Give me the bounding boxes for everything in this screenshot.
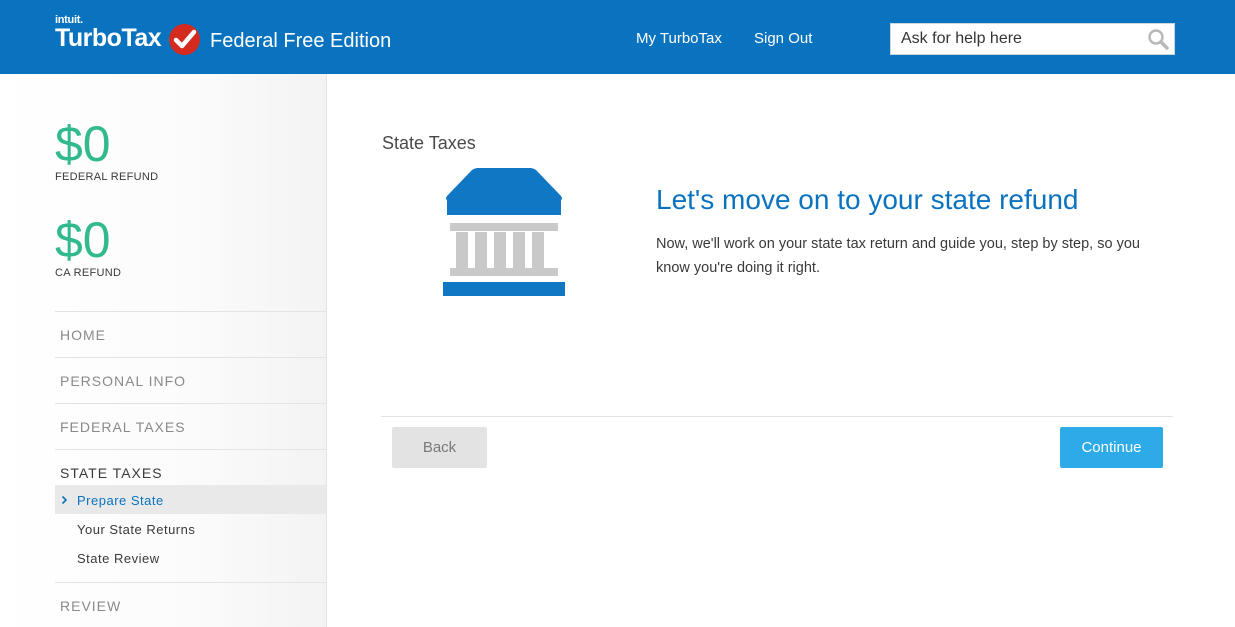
- nav-divider: [55, 357, 326, 358]
- top-header: intuit. TurboTax Federal Free Edition My…: [0, 0, 1235, 74]
- checkmark-icon: [169, 24, 200, 55]
- page-title: State Taxes: [382, 133, 476, 153]
- state-refund-amount: $0: [55, 212, 111, 268]
- sidebar-subitem-your-state-returns[interactable]: Your State Returns: [77, 522, 195, 537]
- sidebar-item-home[interactable]: HOME: [60, 327, 106, 343]
- nav-divider: [55, 403, 326, 404]
- help-search-box: [890, 23, 1175, 55]
- chevron-right-icon: [61, 495, 68, 505]
- bank-building-icon: [443, 168, 565, 296]
- sidebar-item-personal-info[interactable]: PERSONAL INFO: [60, 373, 186, 389]
- sidebar-item-state-taxes[interactable]: STATE TAXES: [60, 465, 163, 481]
- headline: Let's move on to your state refund: [656, 184, 1079, 215]
- nav-divider: [55, 311, 326, 312]
- description-text: Now, we'll work on your state tax return…: [656, 236, 1140, 276]
- federal-refund-amount: $0: [55, 116, 111, 172]
- sidebar-item-review[interactable]: REVIEW: [60, 598, 121, 614]
- search-icon[interactable]: [1147, 28, 1169, 50]
- sidebar: $0 FEDERAL REFUND $0 CA REFUND HOME PERS…: [0, 74, 327, 627]
- sidebar-subitem-prepare-state[interactable]: Prepare State: [77, 493, 164, 508]
- continue-button[interactable]: Continue: [1060, 427, 1163, 468]
- federal-refund-label: FEDERAL REFUND: [55, 171, 159, 183]
- help-search-input[interactable]: [891, 24, 1141, 54]
- turbotax-wordmark: TurboTax: [55, 24, 162, 52]
- sign-out-link[interactable]: Sign Out: [754, 30, 812, 47]
- back-button[interactable]: Back: [392, 427, 487, 468]
- nav-divider: [55, 449, 326, 450]
- content-divider: [381, 416, 1173, 417]
- sidebar-subitem-state-review[interactable]: State Review: [77, 551, 160, 566]
- my-turbotax-link[interactable]: My TurboTax: [636, 30, 722, 47]
- nav-divider: [55, 582, 326, 583]
- sidebar-item-federal-taxes[interactable]: FEDERAL TAXES: [60, 419, 186, 435]
- edition-name: Federal Free Edition: [210, 30, 392, 52]
- state-refund-label: CA REFUND: [55, 267, 122, 279]
